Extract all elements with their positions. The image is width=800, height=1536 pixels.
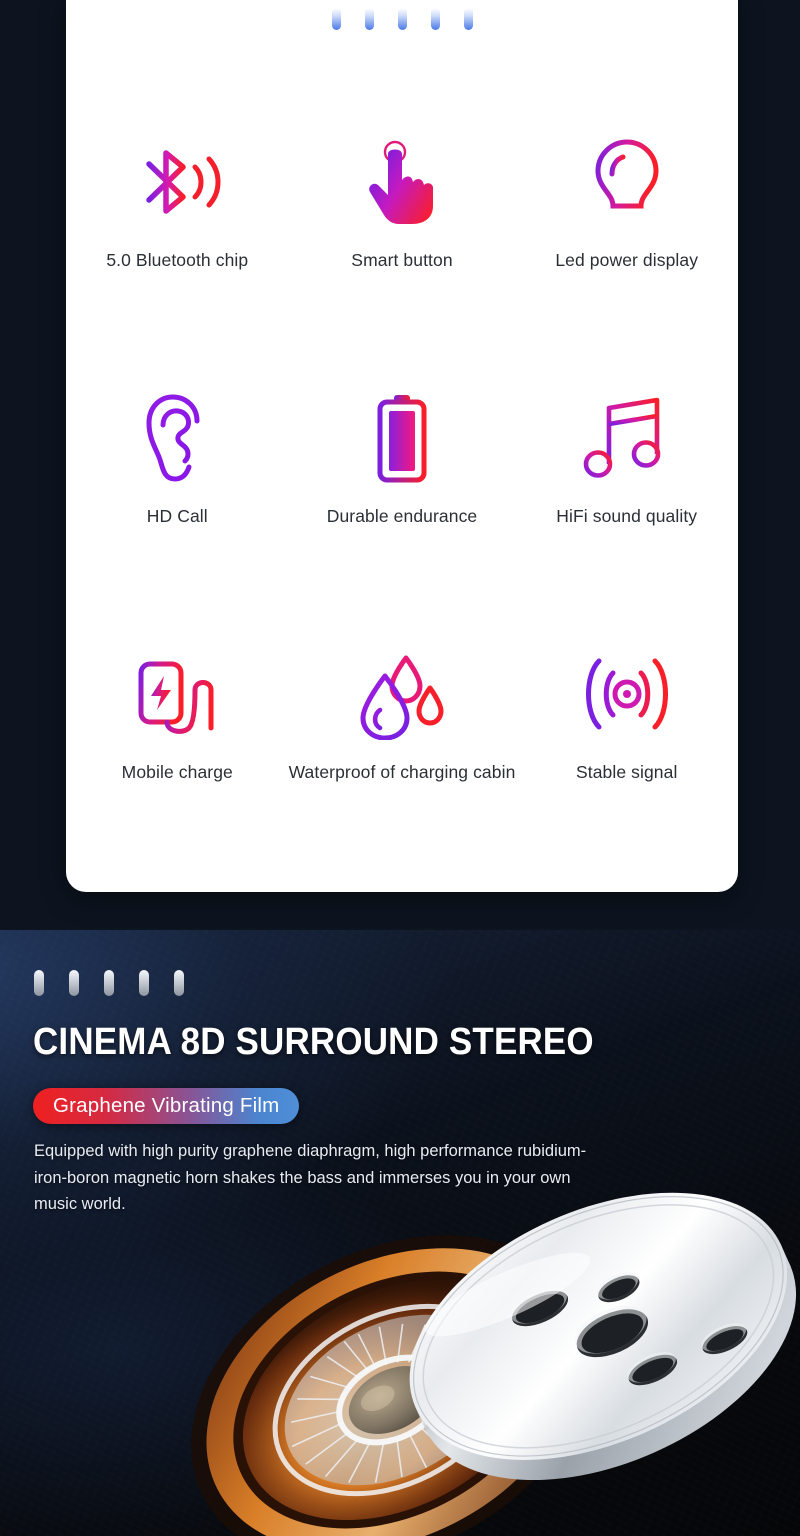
cinema-banner-section: CINEMA 8D SURROUND STEREO Graphene Vibra…	[0, 930, 800, 1536]
tick-mark	[174, 970, 184, 996]
tick-mark	[430, 8, 440, 30]
tick-marks-white	[34, 970, 184, 996]
tick-marks-blue	[66, 0, 738, 30]
feature-item-stable-signal: Stable signal	[515, 634, 738, 890]
feature-label: HD Call	[146, 506, 208, 526]
cinema-description-text: Equipped with high purity graphene diaph…	[34, 1142, 587, 1213]
ear-icon	[133, 378, 221, 498]
feature-item-bluetooth: 5.0 Bluetooth chip	[66, 122, 289, 378]
tick-mark	[463, 8, 473, 30]
tick-mark	[69, 970, 79, 996]
tick-mark	[104, 970, 114, 996]
tap-hand-icon	[352, 122, 452, 242]
features-card: 5.0 Bluetooth chip Smart button Led powe…	[66, 0, 738, 892]
graphene-badge: Graphene Vibrating Film	[33, 1088, 300, 1124]
feature-label: Mobile charge	[121, 762, 233, 782]
water-drops-icon	[354, 634, 450, 754]
product-detail-page: 5.0 Bluetooth chip Smart button Led powe…	[0, 0, 800, 1536]
battery-icon	[367, 378, 437, 498]
signal-waves-icon	[575, 634, 679, 754]
cinema-description: Equipped with high purity graphene diaph…	[34, 1138, 594, 1218]
feature-item-smart-button: Smart button	[289, 122, 516, 378]
feature-label: Durable endurance	[326, 506, 478, 526]
power-bank-icon	[127, 634, 227, 754]
feature-item-endurance: Durable endurance	[289, 378, 516, 634]
lightbulb-icon	[581, 122, 673, 242]
tick-mark	[397, 8, 407, 30]
feature-label: Stable signal	[575, 762, 678, 782]
feature-label: HiFi sound quality	[556, 506, 698, 526]
tick-mark	[364, 8, 374, 30]
tick-mark	[331, 8, 341, 30]
cinema-headline: CINEMA 8D SURROUND STEREO	[33, 1021, 594, 1063]
feature-label: Smart button	[351, 250, 453, 270]
feature-item-led-display: Led power display	[515, 122, 738, 378]
feature-item-hd-call: HD Call	[66, 378, 289, 634]
tick-mark	[34, 970, 44, 996]
feature-item-mobile-charge: Mobile charge	[66, 634, 289, 890]
feature-item-hifi: HiFi sound quality	[515, 378, 738, 634]
music-note-icon	[581, 378, 673, 498]
feature-label: Led power display	[555, 250, 699, 270]
bluetooth-signal-icon	[125, 122, 229, 242]
feature-label: 5.0 Bluetooth chip	[106, 250, 249, 270]
tick-mark	[139, 970, 149, 996]
features-section: 5.0 Bluetooth chip Smart button Led powe…	[0, 0, 800, 930]
feature-label: Waterproof of charging cabin	[288, 762, 516, 782]
feature-item-waterproof: Waterproof of charging cabin	[289, 634, 516, 890]
feature-grid: 5.0 Bluetooth chip Smart button Led powe…	[66, 122, 738, 890]
